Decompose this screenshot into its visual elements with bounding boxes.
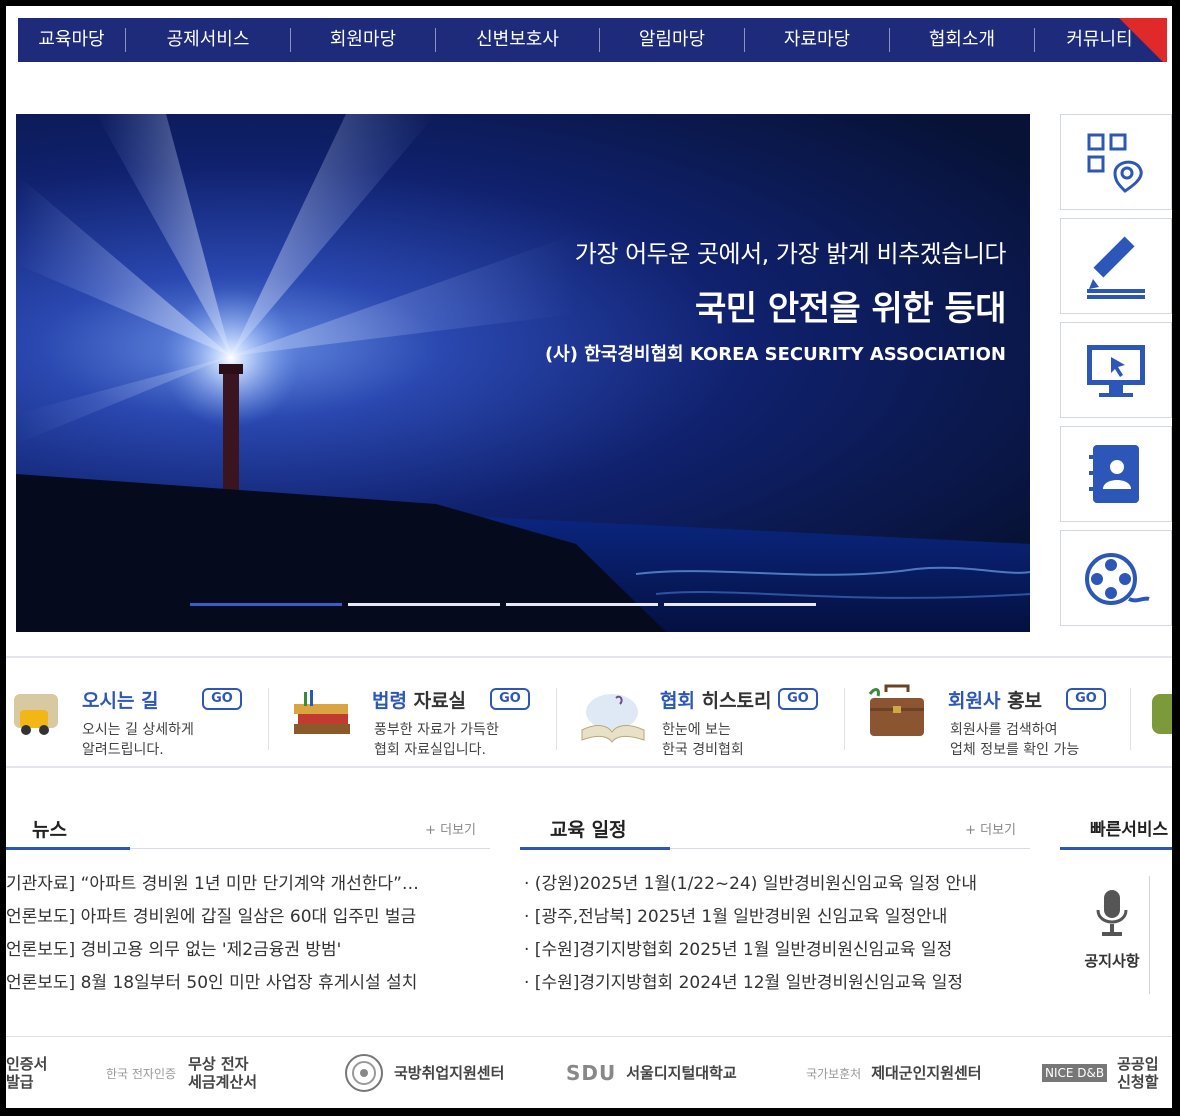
slider-dot[interactable]	[664, 603, 816, 606]
schedule-title-underline	[520, 847, 670, 850]
news-title: 뉴스	[32, 819, 67, 841]
slider-pager	[190, 603, 816, 606]
schedule-header: 교육 일정 + 더보기	[520, 801, 1030, 850]
divider	[556, 688, 557, 750]
nav-item-mutual-aid[interactable]: 공제서비스	[126, 28, 291, 52]
shortcut-title[interactable]: 협회 히스토리	[660, 686, 772, 713]
hero-slider[interactable]: 가장 어두운 곳에서, 가장 밝게 비추겠습니다 국민 안전을 위한 등대 (사…	[16, 114, 1030, 632]
news-title-underline	[6, 847, 130, 850]
banner-e-tax-invoice[interactable]: 한국 전자인증 무상 전자 세금계산서	[106, 1037, 257, 1108]
shortcut-title[interactable]: 법령 자료실	[372, 686, 466, 713]
quick-button-online[interactable]	[1060, 322, 1172, 418]
fast-service-notice[interactable]: 공지사항	[1067, 888, 1157, 971]
hero-tagline: 가장 어두운 곳에서, 가장 밝게 비추겠습니다	[574, 240, 1007, 268]
go-button[interactable]: GO	[778, 688, 818, 710]
hero-headline: 국민 안전을 위한 등대	[694, 289, 1007, 329]
list-item[interactable]: · [광주,전남북] 2025년 1월 일반경비원 신임교육 일정안내	[524, 904, 1030, 937]
schedule-title: 교육 일정	[550, 819, 627, 841]
lighthouse-beams	[16, 114, 1030, 632]
fast-service-label: 공지사항	[1084, 952, 1140, 970]
nav-item-resources[interactable]: 자료마당	[745, 28, 890, 52]
page-frame: 교육마당 공제서비스 회원마당 신변보호사 알림마당 자료마당 협회소개 커뮤니…	[6, 6, 1172, 1108]
open-book-icon	[581, 694, 645, 743]
divider	[844, 688, 845, 750]
news-header: 뉴스 + 더보기	[6, 801, 490, 850]
main-nav: 교육마당 공제서비스 회원마당 신변보호사 알림마당 자료마당 협회소개 커뮤니…	[16, 16, 1169, 64]
schedule-more-link[interactable]: + 더보기	[965, 819, 1016, 838]
fast-service: 빠른서비스	[1060, 801, 1172, 850]
nav-item-education[interactable]: 교육마당	[18, 28, 126, 52]
banner-certificate[interactable]: 인증서 발급	[6, 1037, 47, 1108]
list-item[interactable]: 언론보도] 경비고용 의무 없는 '제2금융권 방범'	[6, 937, 490, 970]
qr-location-icon	[1087, 133, 1143, 193]
quick-button-video[interactable]	[1060, 530, 1172, 626]
quick-button-apply[interactable]	[1060, 218, 1172, 314]
nav-item-about[interactable]: 협회소개	[890, 28, 1035, 52]
news-board: 뉴스 + 더보기 기관자료] “아파트 경비원 1년 미만 단기계약 개선한다”…	[6, 801, 490, 1003]
edit-icon	[1087, 236, 1145, 299]
shortcut-band: 오시는 길 GO 오시는 길 상세하게 알려드립니다. 법령 자료실 GO 풍부한…	[6, 656, 1172, 768]
go-button[interactable]: GO	[1066, 688, 1106, 710]
divider	[268, 688, 269, 750]
hero-org-name: (사) 한국경비협회 KOREA SECURITY ASSOCIATION	[544, 344, 1006, 365]
slider-dot[interactable]	[506, 603, 658, 606]
shortcut-desc: 오시는 길 상세하게 알려드립니다.	[82, 722, 194, 758]
briefcase-icon	[868, 684, 924, 736]
news-list: 기관자료] “아파트 경비원 1년 미만 단기계약 개선한다”… 언론보도] 아…	[6, 871, 490, 1003]
shortcut-desc: 풍부한 자료가 가득한 협회 자료실입니다.	[374, 722, 499, 758]
shortcut-title[interactable]: 회원사 홍보	[948, 686, 1042, 713]
slider-dot[interactable]	[190, 603, 342, 606]
banner-defense-employment[interactable]: 국방취업지원센터	[344, 1037, 504, 1108]
quick-button-directory[interactable]	[1060, 426, 1172, 522]
list-item[interactable]: 기관자료] “아파트 경비원 1년 미만 단기계약 개선한다”…	[6, 871, 490, 904]
monitor-icon	[1087, 345, 1145, 397]
list-item[interactable]: · (강원)2025년 1월(1/22~24) 일반경비원신임교육 일정 안내	[524, 871, 1030, 904]
shortcut-desc: 회원사를 검색하여 업체 정보를 확인 가능	[950, 722, 1080, 758]
go-button[interactable]: GO	[202, 688, 242, 710]
list-item[interactable]: · [수원]경기지방협회 2025년 1월 일반경비원신임교육 일정	[524, 937, 1030, 970]
car-map-icon	[14, 694, 58, 735]
schedule-board: 교육 일정 + 더보기 · (강원)2025년 1월(1/22~24) 일반경비…	[520, 801, 1030, 1003]
divider	[1149, 876, 1150, 994]
partner-banners: 인증서 발급 한국 전자인증 무상 전자 세금계산서 국방취업지원센터 SDU 서울…	[6, 1036, 1172, 1108]
microphone-icon	[1096, 890, 1128, 936]
shortcut-desc: 한눈에 보는 한국 경비협회	[662, 722, 744, 758]
contact-book-icon	[1089, 445, 1139, 503]
list-item[interactable]: 언론보도] 8월 18일부터 50인 미만 사업장 휴게시설 설치	[6, 970, 490, 1003]
fast-service-title: 빠른서비스	[1090, 820, 1169, 840]
defense-seal-icon	[345, 1054, 383, 1092]
news-more-link[interactable]: + 더보기	[425, 819, 476, 838]
film-reel-icon	[1085, 553, 1150, 605]
schedule-list: · (강원)2025년 1월(1/22~24) 일반경비원신임교육 일정 안내 …	[520, 871, 1030, 1003]
fast-service-underline	[1060, 847, 1172, 850]
banner-veterans[interactable]: 국가보훈처 제대군인지원센터	[806, 1037, 982, 1108]
list-item[interactable]: 언론보도] 아파트 경비원에 갑질 일삼은 60대 입주민 벌금	[6, 904, 490, 937]
fast-service-header: 빠른서비스	[1060, 801, 1172, 850]
books-icon	[294, 690, 350, 734]
hero-caption: 가장 어두운 곳에서, 가장 밝게 비추겠습니다 국민 안전을 위한 등대 (사…	[544, 234, 1007, 366]
banner-nice[interactable]: NICE D&B 공공입 신청할	[1042, 1037, 1159, 1108]
shortcut-title[interactable]: 오시는 길	[82, 686, 159, 713]
banner-sdu[interactable]: SDU 서울디지털대학교	[566, 1037, 737, 1108]
nav-item-notice[interactable]: 알림마당	[600, 28, 745, 52]
nav-item-bodyguard[interactable]: 신변보호사	[436, 28, 600, 52]
quick-menu	[1060, 114, 1172, 634]
divider	[1130, 688, 1131, 750]
list-item[interactable]: · [수원]경기지방협회 2024년 12월 일반경비원신임교육 일정	[524, 970, 1030, 1003]
next-shortcut-icon	[1152, 694, 1172, 734]
slider-dot[interactable]	[348, 603, 500, 606]
quick-button-location[interactable]	[1060, 114, 1172, 210]
go-button[interactable]: GO	[490, 688, 530, 710]
nav-item-members[interactable]: 회원마당	[291, 28, 436, 52]
nav-corner-accent	[1119, 18, 1167, 62]
